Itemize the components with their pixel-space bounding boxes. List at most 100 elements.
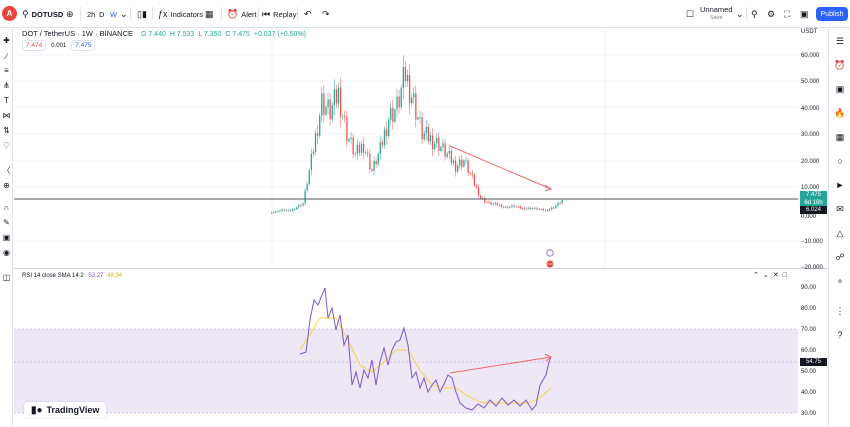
eye-icon[interactable]: ◉ xyxy=(0,246,13,258)
price-tick: 40.000 xyxy=(801,106,820,112)
move-up-icon[interactable]: ⌃ xyxy=(753,272,763,279)
streams-icon[interactable]: ► xyxy=(829,178,850,192)
help-icon[interactable]: ? xyxy=(829,328,850,342)
quick-search-button[interactable]: ⚲ xyxy=(751,0,758,28)
candle-body xyxy=(425,126,427,134)
undo-button[interactable]: ↶ xyxy=(304,0,312,28)
data-window-icon[interactable]: ▣ xyxy=(829,82,850,96)
candle-body xyxy=(388,119,390,137)
price-tick: 30.000 xyxy=(801,132,820,138)
candle-body xyxy=(394,109,396,122)
apps-icon[interactable]: ⋮ xyxy=(829,304,850,318)
replay-button[interactable]: ⏮ Replay xyxy=(262,0,296,28)
redo-button[interactable]: ↷ xyxy=(322,0,330,28)
price-trend-line[interactable] xyxy=(449,145,552,190)
candle-body xyxy=(496,203,499,206)
hotlists-icon[interactable]: 🔥 xyxy=(829,106,850,120)
price-tick: 50.000 xyxy=(801,79,820,85)
candle-body xyxy=(473,174,476,186)
candle-body xyxy=(333,89,335,105)
rsi-axis[interactable]: 90.00 80.00 70.00 60.00 50.00 40.00 30.0… xyxy=(801,285,817,417)
candle-body xyxy=(523,208,526,210)
interval-w[interactable]: W xyxy=(110,0,117,28)
buy-price-button[interactable]: 7.475 xyxy=(71,40,96,51)
candle-body xyxy=(312,151,315,154)
chats-icon[interactable]: ✉ xyxy=(829,202,850,216)
templates-button[interactable]: ▦ xyxy=(205,0,214,28)
candle-body xyxy=(385,129,388,137)
price-axis[interactable]: USDT 60.000 50.000 40.000 30.000 20.000 … xyxy=(801,29,824,271)
candle-body xyxy=(452,160,455,163)
lock-icon[interactable]: ▣ xyxy=(0,231,13,243)
trash-icon[interactable]: ◫ xyxy=(0,271,13,283)
candle-body xyxy=(337,87,340,104)
search-icon: ⚲ xyxy=(751,8,758,19)
pane-controls[interactable]: ⌃⌄✕□ xyxy=(753,271,791,279)
layout-checkbox[interactable]: ☐ xyxy=(686,0,694,28)
tradingview-logo[interactable]: ▮● TradingView xyxy=(24,402,107,418)
candle-body xyxy=(553,207,555,209)
prediction-icon[interactable]: ⇅ xyxy=(0,124,13,136)
sell-price-button[interactable]: 7.474 xyxy=(22,40,47,51)
replay-label: Replay xyxy=(273,9,297,19)
price-axis-currency: USDT xyxy=(801,29,818,35)
redo-icon: ↷ xyxy=(322,8,330,19)
stay-in-drawing-icon[interactable]: ✎ xyxy=(0,216,13,228)
trend-line-icon[interactable]: ∕ xyxy=(0,50,13,62)
candle-body xyxy=(302,203,304,206)
interval-dropdown[interactable]: ⌄ xyxy=(120,0,128,28)
ruler-icon[interactable]: 〈 xyxy=(0,164,13,176)
magnet-icon[interactable]: ∩ xyxy=(0,201,13,213)
indicators-button[interactable]: ƒx Indicators xyxy=(158,0,203,28)
notifications-icon[interactable]: ⚬ xyxy=(829,274,850,288)
spread-value: 0.001 xyxy=(51,43,67,49)
candle-body xyxy=(534,207,536,209)
close-icon[interactable]: ✕ xyxy=(773,272,783,279)
ideas-icon[interactable]: ○ xyxy=(829,154,850,168)
candle-body xyxy=(548,209,551,211)
fullscreen-button[interactable]: ⛶ xyxy=(784,0,790,28)
candle-body xyxy=(314,133,317,152)
search-icon: ⚲ xyxy=(22,8,29,19)
symbol-title: DOT / TetherUS · 1W · BINANCE xyxy=(22,29,133,38)
heart-icon[interactable]: ♡ xyxy=(0,139,13,151)
pitchfork-icon[interactable]: ⋔ xyxy=(0,79,13,91)
settings-button[interactable]: ⚙ xyxy=(767,0,775,28)
candle-body xyxy=(513,205,515,207)
candle-body xyxy=(369,153,371,170)
layout-name[interactable]: Unnamed Save xyxy=(700,0,733,28)
event-marker-icon[interactable] xyxy=(546,249,554,257)
move-down-icon[interactable]: ⌄ xyxy=(763,272,773,279)
rsi-tick: 80.00 xyxy=(801,306,817,312)
zoom-in-icon[interactable]: ⊕ xyxy=(0,179,13,191)
candle-body xyxy=(306,184,308,191)
candles-icon: ▯▮ xyxy=(137,8,147,19)
candle-body xyxy=(421,117,423,140)
rsi-tick: 70.00 xyxy=(801,327,817,333)
snapshot-button[interactable]: ▣ xyxy=(800,0,809,28)
horizontal-lines-icon[interactable]: ≡ xyxy=(0,64,13,76)
compare-button[interactable]: ⊕ xyxy=(66,0,74,28)
layout-dropdown[interactable]: ⌄ xyxy=(736,0,744,28)
candle-body xyxy=(415,93,417,120)
user-avatar[interactable]: A xyxy=(2,6,17,21)
interval-2h[interactable]: 2h xyxy=(87,0,95,28)
maximize-icon[interactable]: □ xyxy=(783,272,791,279)
alert-button[interactable]: ⏰ Alert xyxy=(227,0,257,28)
alarm-clock-icon: ⏰ xyxy=(227,8,239,19)
crosshair-icon[interactable]: ✚ xyxy=(0,34,13,46)
candle-body xyxy=(323,93,325,115)
pine-editor-icon[interactable]: ☍ xyxy=(829,250,850,264)
rsi-band xyxy=(14,329,798,413)
chart-type-button[interactable]: ▯▮ xyxy=(137,0,147,28)
publish-button[interactable]: Publish xyxy=(816,7,848,21)
alerts-icon[interactable]: ⏰ xyxy=(829,58,850,72)
interval-d[interactable]: D xyxy=(99,0,104,28)
watchlist-icon[interactable]: ☰ xyxy=(829,34,850,48)
chart-canvas[interactable]: USDT 60.000 50.000 40.000 30.000 20.000 … xyxy=(14,28,828,427)
screener-icon[interactable]: △ xyxy=(829,226,850,240)
patterns-icon[interactable]: ⋈ xyxy=(0,109,13,121)
text-tool-icon[interactable]: T xyxy=(0,94,13,106)
calendar-icon[interactable]: ▦ xyxy=(829,130,850,144)
symbol-search[interactable]: ⚲ DOTUSD xyxy=(22,0,63,28)
